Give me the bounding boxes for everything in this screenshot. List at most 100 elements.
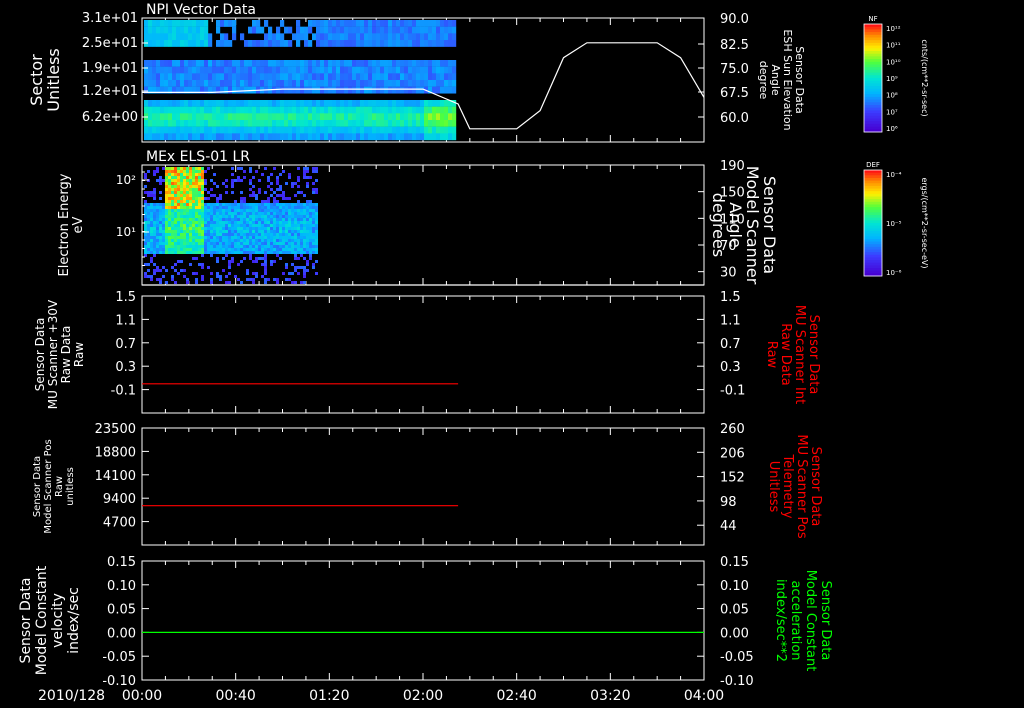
heatmap-cell <box>364 73 369 81</box>
heatmap-cell <box>156 66 161 74</box>
heatmap-cell <box>228 218 231 221</box>
heatmap-cell <box>201 173 204 176</box>
heatmap-cell <box>165 167 168 170</box>
heatmap-cell <box>200 66 205 74</box>
heatmap-cell <box>148 113 153 121</box>
heatmap-cell <box>196 133 201 141</box>
heatmap-cell <box>198 221 201 224</box>
heatmap-cell <box>264 242 267 245</box>
heatmap-cell <box>234 233 237 236</box>
heatmap-cell <box>315 203 318 206</box>
heatmap-cell <box>201 182 204 185</box>
heatmap-cell <box>249 215 252 218</box>
heatmap-cell <box>264 251 267 254</box>
heatmap-cell <box>234 236 237 239</box>
heatmap-cell <box>234 275 237 278</box>
heatmap-cell <box>225 275 228 278</box>
heatmap-cell <box>180 113 185 121</box>
heatmap-cell <box>244 80 249 87</box>
heatmap-cell <box>204 236 207 239</box>
heatmap-cell <box>267 209 270 212</box>
heatmap-cell <box>312 212 315 215</box>
heatmap-cell <box>312 266 315 269</box>
heatmap-cell <box>168 133 173 141</box>
heatmap-cell <box>448 20 453 27</box>
heatmap-cell <box>400 20 405 27</box>
heatmap-cell <box>260 40 265 47</box>
heatmap-cell <box>408 26 413 34</box>
y2-label: Sensor DataModel Constantaccelerationind… <box>773 570 833 672</box>
heatmap-cell <box>168 176 171 179</box>
heatmap-cell <box>444 126 449 134</box>
heatmap-cell <box>222 269 225 272</box>
heatmap-cell <box>172 106 177 114</box>
heatmap-cell <box>183 203 186 206</box>
x-tick-label: 01:20 <box>309 688 349 704</box>
heatmap-cell <box>207 224 210 227</box>
y2-tick-label: 1.5 <box>720 290 741 305</box>
colorbar-tag: DEF <box>866 161 880 169</box>
heatmap-cell <box>240 242 243 245</box>
heatmap-cell <box>282 209 285 212</box>
heatmap-cell <box>252 66 257 74</box>
heatmap-cell <box>291 251 294 254</box>
heatmap-cell <box>150 248 153 251</box>
heatmap-cell <box>432 73 437 81</box>
heatmap-cell <box>256 100 261 107</box>
heatmap-cell <box>309 257 312 260</box>
heatmap-cell <box>306 269 309 272</box>
heatmap-cell <box>237 263 240 266</box>
heatmap-cell <box>231 182 234 185</box>
heatmap-cell <box>272 73 277 81</box>
heatmap-cell <box>396 126 401 134</box>
heatmap-cell <box>291 203 294 206</box>
heatmap-cell <box>180 209 183 212</box>
heatmap-cell <box>324 20 329 27</box>
heatmap-cell <box>384 73 389 81</box>
heatmap-cell <box>224 86 229 94</box>
heatmap-cell <box>183 251 186 254</box>
heatmap-cell <box>396 133 401 141</box>
heatmap-cell <box>304 86 309 94</box>
heatmap-cell <box>396 113 401 121</box>
colorbar-tick-label: 10⁻⁴ <box>886 171 902 179</box>
heatmap-cell <box>168 20 173 27</box>
heatmap-cell <box>232 66 237 74</box>
heatmap-cell <box>246 212 249 215</box>
heatmap-cell <box>160 40 165 47</box>
heatmap-cell <box>273 245 276 248</box>
heatmap-cell <box>180 60 185 67</box>
heatmap-cell <box>404 133 409 141</box>
y2-label-line: degrees <box>709 193 728 257</box>
heatmap-cell <box>195 215 198 218</box>
heatmap-cell <box>234 209 237 212</box>
heatmap-cell <box>392 100 397 107</box>
heatmap-cell <box>222 203 225 206</box>
heatmap-cell <box>372 100 377 107</box>
heatmap-cell <box>248 106 253 114</box>
heatmap-cell <box>412 120 417 127</box>
heatmap-cell <box>240 80 245 87</box>
heatmap-cell <box>207 167 210 170</box>
heatmap-cell <box>216 203 219 206</box>
heatmap-cell <box>255 245 258 248</box>
heatmap-cell <box>159 242 162 245</box>
heatmap-cell <box>224 106 229 114</box>
y-tick-label: 0.10 <box>107 579 136 594</box>
heatmap-cell <box>400 100 405 107</box>
heatmap-cell <box>219 215 222 218</box>
heatmap-cell <box>198 206 201 209</box>
heatmap-cell <box>243 215 246 218</box>
heatmap-cell <box>160 126 165 134</box>
heatmap-cell <box>276 40 281 47</box>
heatmap-cell <box>279 173 282 176</box>
heatmap-cell <box>258 242 261 245</box>
heatmap-cell <box>294 236 297 239</box>
heatmap-cell <box>234 215 237 218</box>
heatmap-cell <box>294 194 297 197</box>
heatmap-cell <box>207 197 210 200</box>
heatmap-cell <box>162 239 165 242</box>
heatmap-cell <box>201 197 204 200</box>
heatmap-cell <box>436 133 441 141</box>
heatmap-cell <box>300 221 303 224</box>
